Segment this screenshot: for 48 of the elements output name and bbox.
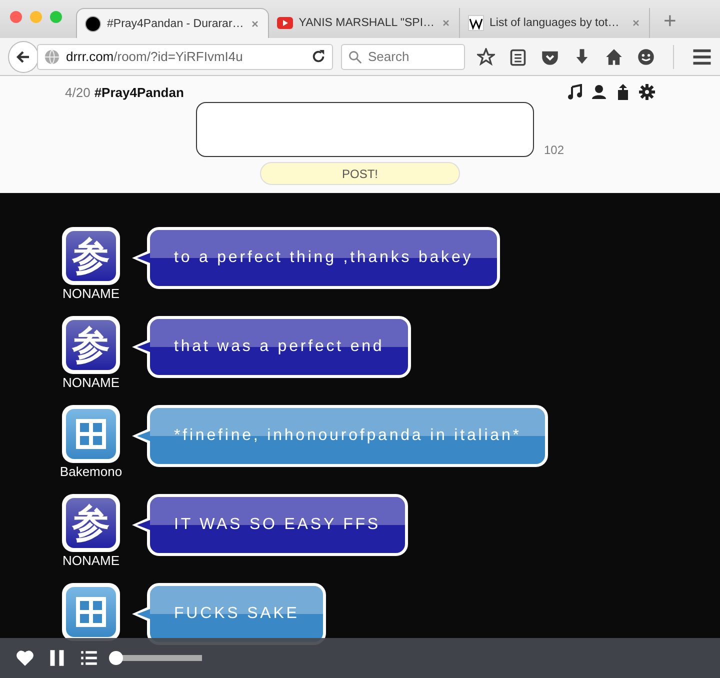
avatar-icon: 参	[62, 227, 120, 285]
member-count: 4/20	[65, 84, 90, 100]
username: Bakemono	[60, 464, 122, 479]
slider-thumb[interactable]	[109, 651, 123, 665]
username: NONAME	[62, 553, 120, 568]
search-icon	[348, 50, 362, 64]
settings-icon[interactable]	[639, 84, 655, 100]
message-bubble: IT WAS SO EASY FFS	[147, 494, 408, 556]
bubble-tail	[132, 248, 150, 268]
video-play-icon	[276, 15, 293, 31]
pause-icon[interactable]	[48, 649, 66, 667]
post-button[interactable]: POST!	[260, 162, 460, 185]
smiley-icon[interactable]	[637, 48, 655, 66]
bubble-tail	[132, 604, 150, 624]
close-tab-icon[interactable]	[630, 18, 641, 28]
star-icon[interactable]	[477, 48, 495, 66]
message-bubble: *finefine, inhonourofpanda in italian*	[147, 405, 548, 467]
w-letter-icon	[468, 15, 484, 31]
bubble-tail	[132, 426, 150, 446]
browser-tab[interactable]: #Pray4Pandan - Durarar…	[76, 8, 269, 38]
username: NONAME	[62, 286, 120, 301]
back-arrow-icon[interactable]	[15, 48, 32, 64]
room-name: #Pray4Pandan	[94, 84, 185, 100]
message-bubble: to a perfect thing ,thanks bakey	[147, 227, 500, 289]
close-tab-icon[interactable]	[250, 18, 260, 28]
reload-icon[interactable]	[311, 49, 326, 64]
playlist-icon[interactable]	[80, 649, 98, 667]
site-icon	[85, 16, 101, 32]
globe-icon	[44, 48, 60, 64]
bubble-tail	[132, 337, 150, 357]
characters-remaining: 102	[544, 143, 564, 157]
url-field[interactable]: drrr.com/room/?id=YiRFIvmI4u	[36, 44, 333, 70]
close-tab-icon[interactable]	[440, 18, 451, 28]
bubble-tail	[132, 515, 150, 535]
home-icon[interactable]	[605, 48, 623, 66]
search-field[interactable]: Search	[341, 44, 465, 70]
message-bubble: that was a perfect end	[147, 316, 412, 378]
heart-icon[interactable]	[16, 649, 34, 667]
message-input[interactable]	[196, 102, 534, 157]
menu-icon[interactable]	[692, 46, 712, 66]
avatar-icon: 参	[62, 316, 120, 374]
avatar-icon: 参	[62, 494, 120, 552]
list-icon[interactable]	[509, 48, 527, 66]
share-icon[interactable]	[615, 84, 631, 100]
music-note-icon[interactable]	[567, 84, 583, 100]
back-button[interactable]	[8, 40, 39, 72]
user-icon[interactable]	[591, 84, 607, 100]
username: NONAME	[62, 375, 120, 390]
